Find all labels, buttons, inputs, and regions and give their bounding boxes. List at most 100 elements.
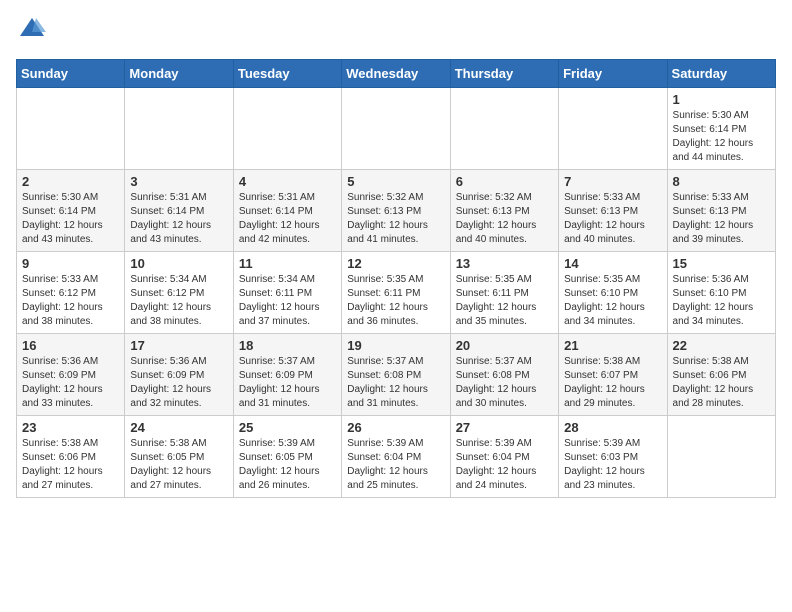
calendar-week-4: 16 Sunrise: 5:36 AM Sunset: 6:09 PM Dayli… [17,333,776,415]
day-number: 24 [130,420,227,435]
calendar-cell: 26 Sunrise: 5:39 AM Sunset: 6:04 PM Dayli… [342,415,450,497]
calendar-cell: 8 Sunrise: 5:33 AM Sunset: 6:13 PM Daylig… [667,169,775,251]
calendar-header-row: SundayMondayTuesdayWednesdayThursdayFrid… [17,59,776,87]
calendar-cell [17,87,125,169]
day-info: Sunrise: 5:31 AM Sunset: 6:14 PM Dayligh… [130,191,227,247]
day-info: Sunrise: 5:30 AM Sunset: 6:14 PM Dayligh… [22,191,119,247]
calendar-cell: 25 Sunrise: 5:39 AM Sunset: 6:05 PM Dayli… [233,415,341,497]
day-info: Sunrise: 5:36 AM Sunset: 6:09 PM Dayligh… [130,355,227,411]
calendar-cell: 1 Sunrise: 5:30 AM Sunset: 6:14 PM Daylig… [667,87,775,169]
day-info: Sunrise: 5:35 AM Sunset: 6:11 PM Dayligh… [347,273,444,329]
day-number: 5 [347,174,444,189]
calendar-cell: 5 Sunrise: 5:32 AM Sunset: 6:13 PM Daylig… [342,169,450,251]
day-header-wednesday: Wednesday [342,59,450,87]
day-info: Sunrise: 5:33 AM Sunset: 6:13 PM Dayligh… [673,191,770,247]
calendar-cell: 16 Sunrise: 5:36 AM Sunset: 6:09 PM Dayli… [17,333,125,415]
day-number: 8 [673,174,770,189]
day-number: 25 [239,420,336,435]
calendar-cell: 4Sunrise: 5:31 AM Sunset: 6:14 PM Daylig… [233,169,341,251]
calendar-cell: 10 Sunrise: 5:34 AM Sunset: 6:12 PM Dayli… [125,251,233,333]
day-info: Sunrise: 5:32 AM Sunset: 6:13 PM Dayligh… [347,191,444,247]
calendar-cell: 6 Sunrise: 5:32 AM Sunset: 6:13 PM Daylig… [450,169,558,251]
calendar-cell [559,87,667,169]
calendar-cell [342,87,450,169]
day-info: Sunrise: 5:39 AM Sunset: 6:03 PM Dayligh… [564,437,661,493]
calendar-cell: 24 Sunrise: 5:38 AM Sunset: 6:05 PM Dayli… [125,415,233,497]
logo [16,16,46,49]
day-info: Sunrise: 5:34 AM Sunset: 6:12 PM Dayligh… [130,273,227,329]
calendar-cell: 7 Sunrise: 5:33 AM Sunset: 6:13 PM Daylig… [559,169,667,251]
page-header [16,16,776,49]
day-info: Sunrise: 5:38 AM Sunset: 6:06 PM Dayligh… [673,355,770,411]
calendar-cell: 23 Sunrise: 5:38 AM Sunset: 6:06 PM Dayli… [17,415,125,497]
day-header-saturday: Saturday [667,59,775,87]
day-number: 20 [456,338,553,353]
day-number: 12 [347,256,444,271]
day-header-thursday: Thursday [450,59,558,87]
day-number: 26 [347,420,444,435]
day-header-sunday: Sunday [17,59,125,87]
calendar-cell: 20 Sunrise: 5:37 AM Sunset: 6:08 PM Dayli… [450,333,558,415]
day-number: 17 [130,338,227,353]
day-info: Sunrise: 5:39 AM Sunset: 6:04 PM Dayligh… [456,437,553,493]
day-info: Sunrise: 5:38 AM Sunset: 6:06 PM Dayligh… [22,437,119,493]
day-info: Sunrise: 5:30 AM Sunset: 6:14 PM Dayligh… [673,109,770,165]
day-number: 4 [239,174,336,189]
calendar-table: SundayMondayTuesdayWednesdayThursdayFrid… [16,59,776,498]
calendar-cell: 3 Sunrise: 5:31 AM Sunset: 6:14 PM Daylig… [125,169,233,251]
day-number: 14 [564,256,661,271]
day-number: 1 [673,92,770,107]
day-info: Sunrise: 5:39 AM Sunset: 6:05 PM Dayligh… [239,437,336,493]
day-header-friday: Friday [559,59,667,87]
calendar-cell [450,87,558,169]
day-number: 27 [456,420,553,435]
calendar-cell [233,87,341,169]
day-info: Sunrise: 5:37 AM Sunset: 6:08 PM Dayligh… [456,355,553,411]
calendar-cell: 9 Sunrise: 5:33 AM Sunset: 6:12 PM Daylig… [17,251,125,333]
day-info: Sunrise: 5:35 AM Sunset: 6:10 PM Dayligh… [564,273,661,329]
calendar-cell: 13 Sunrise: 5:35 AM Sunset: 6:11 PM Dayli… [450,251,558,333]
day-info: Sunrise: 5:32 AM Sunset: 6:13 PM Dayligh… [456,191,553,247]
day-number: 15 [673,256,770,271]
day-number: 28 [564,420,661,435]
day-info: Sunrise: 5:36 AM Sunset: 6:09 PM Dayligh… [22,355,119,411]
calendar-cell: 12 Sunrise: 5:35 AM Sunset: 6:11 PM Dayli… [342,251,450,333]
day-number: 11 [239,256,336,271]
calendar-cell: 14 Sunrise: 5:35 AM Sunset: 6:10 PM Dayli… [559,251,667,333]
calendar-cell: 28 Sunrise: 5:39 AM Sunset: 6:03 PM Dayli… [559,415,667,497]
day-info: Sunrise: 5:33 AM Sunset: 6:13 PM Dayligh… [564,191,661,247]
day-info: Sunrise: 5:36 AM Sunset: 6:10 PM Dayligh… [673,273,770,329]
day-info: Sunrise: 5:38 AM Sunset: 6:05 PM Dayligh… [130,437,227,493]
day-info: Sunrise: 5:37 AM Sunset: 6:08 PM Dayligh… [347,355,444,411]
day-number: 19 [347,338,444,353]
day-number: 23 [22,420,119,435]
calendar-cell: 11Sunrise: 5:34 AM Sunset: 6:11 PM Dayli… [233,251,341,333]
day-info: Sunrise: 5:35 AM Sunset: 6:11 PM Dayligh… [456,273,553,329]
day-number: 2 [22,174,119,189]
day-number: 7 [564,174,661,189]
day-number: 16 [22,338,119,353]
calendar-cell [667,415,775,497]
calendar-cell: 22 Sunrise: 5:38 AM Sunset: 6:06 PM Dayli… [667,333,775,415]
day-number: 9 [22,256,119,271]
calendar-week-5: 23 Sunrise: 5:38 AM Sunset: 6:06 PM Dayli… [17,415,776,497]
day-number: 10 [130,256,227,271]
calendar-cell: 19 Sunrise: 5:37 AM Sunset: 6:08 PM Dayli… [342,333,450,415]
day-number: 18 [239,338,336,353]
day-info: Sunrise: 5:37 AM Sunset: 6:09 PM Dayligh… [239,355,336,411]
day-info: Sunrise: 5:33 AM Sunset: 6:12 PM Dayligh… [22,273,119,329]
day-number: 3 [130,174,227,189]
calendar-cell [125,87,233,169]
calendar-week-3: 9 Sunrise: 5:33 AM Sunset: 6:12 PM Daylig… [17,251,776,333]
calendar-week-1: 1 Sunrise: 5:30 AM Sunset: 6:14 PM Daylig… [17,87,776,169]
day-number: 6 [456,174,553,189]
calendar-cell: 15 Sunrise: 5:36 AM Sunset: 6:10 PM Dayli… [667,251,775,333]
calendar-cell: 27 Sunrise: 5:39 AM Sunset: 6:04 PM Dayli… [450,415,558,497]
calendar-cell: 2 Sunrise: 5:30 AM Sunset: 6:14 PM Daylig… [17,169,125,251]
day-number: 21 [564,338,661,353]
day-header-monday: Monday [125,59,233,87]
day-number: 22 [673,338,770,353]
calendar-cell: 18 Sunrise: 5:37 AM Sunset: 6:09 PM Dayli… [233,333,341,415]
day-info: Sunrise: 5:39 AM Sunset: 6:04 PM Dayligh… [347,437,444,493]
day-number: 13 [456,256,553,271]
